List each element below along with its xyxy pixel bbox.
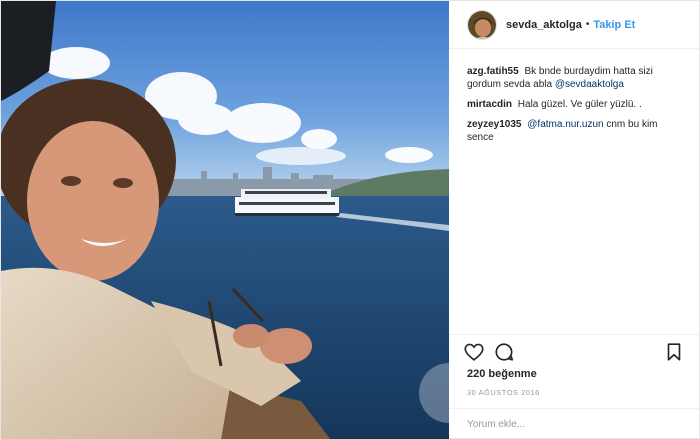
comment-input[interactable] xyxy=(467,419,681,430)
heart-icon[interactable] xyxy=(463,341,485,363)
comment-mention[interactable]: @fatma.nur.uzun xyxy=(527,119,603,130)
likes-count[interactable]: 220 beğenme xyxy=(449,368,699,384)
comment: zeyzey1035 @fatma.nur.uzun cnm bu kim se… xyxy=(467,118,681,144)
comment-author[interactable]: mirtacdin xyxy=(467,99,512,110)
follow-button[interactable]: Takip Et xyxy=(593,19,635,31)
instagram-post: sevda_aktolga • Takip Et azg.fatih55 Bk … xyxy=(0,0,700,439)
comment-author[interactable]: azg.fatih55 xyxy=(467,66,519,77)
comment-text: Hala güzel. Ve güler yüzlü. . xyxy=(517,99,642,110)
post-username[interactable]: sevda_aktolga xyxy=(506,19,582,31)
avatar-image xyxy=(468,10,496,39)
comment-icon[interactable] xyxy=(493,341,515,363)
post-header: sevda_aktolga • Takip Et xyxy=(449,1,699,49)
post-sidebar: sevda_aktolga • Takip Et azg.fatih55 Bk … xyxy=(449,1,699,439)
bookmark-icon[interactable] xyxy=(663,341,685,363)
action-bar xyxy=(449,334,699,368)
add-comment-bar xyxy=(449,408,699,439)
post-date: 30 AĞUSTOS 2016 xyxy=(467,388,540,397)
comments-list: azg.fatih55 Bk bnde burdaydim hatta sizi… xyxy=(449,49,699,334)
comment: mirtacdin Hala güzel. Ve güler yüzlü. . xyxy=(467,98,681,111)
photo-scene xyxy=(1,1,449,439)
post-photo[interactable] xyxy=(1,1,449,439)
comment-author[interactable]: zeyzey1035 xyxy=(467,119,522,130)
comment-mention[interactable]: @sevdaaktolga xyxy=(555,79,624,90)
comment: azg.fatih55 Bk bnde burdaydim hatta sizi… xyxy=(467,65,681,91)
header-separator: • xyxy=(585,19,590,30)
avatar[interactable] xyxy=(467,9,497,40)
